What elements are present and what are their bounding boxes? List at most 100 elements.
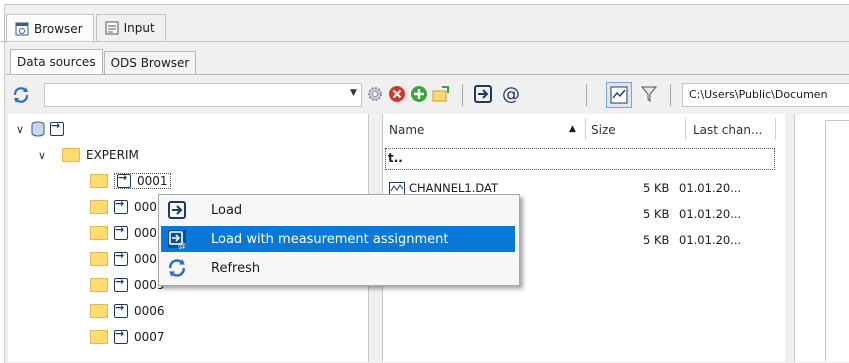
tab-browser-label: Browser (34, 22, 83, 36)
column-header-name-label: Name (389, 123, 425, 137)
tree-item-label: 000 (134, 200, 157, 214)
combo-dropdown-arrow[interactable]: ▼ (350, 88, 357, 98)
tree-item-0007[interactable]: 0007 (90, 326, 165, 348)
menu-item-label: Refresh (211, 260, 261, 276)
new-folder-icon[interactable] (432, 85, 450, 103)
tree-item-label: 000 (134, 226, 157, 240)
load-icon (114, 223, 128, 240)
file-date: 01.01.20... (679, 233, 742, 247)
tree-item-label: 0001 (137, 174, 168, 188)
preview-panel (794, 114, 849, 362)
load-icon[interactable] (472, 83, 494, 105)
file-date: 01.01.20... (679, 207, 742, 221)
menu-item-label: Load with measurement assignment (211, 231, 449, 247)
tree-item[interactable]: 000 (90, 196, 157, 218)
folder-icon (90, 304, 108, 318)
parent-folder-row[interactable]: t.. (385, 148, 775, 170)
load-icon (114, 301, 128, 318)
load-icon (114, 197, 128, 214)
path-text: C:\Users\Public\Documen (689, 88, 828, 101)
chevron-down-icon[interactable]: ∨ (38, 149, 52, 162)
tab-data-sources[interactable]: Data sources (10, 49, 103, 74)
file-size: 5 KB (643, 207, 670, 221)
load-icon (167, 200, 189, 220)
column-header-size-label: Size (591, 123, 616, 137)
folder-icon (90, 174, 108, 188)
file-size: 5 KB (643, 181, 670, 195)
tree-item-label: 0006 (134, 304, 165, 318)
folder-icon (90, 330, 108, 344)
file-size: 5 KB (643, 233, 670, 247)
column-header-name[interactable]: Name (389, 118, 424, 142)
database-icon (31, 121, 45, 137)
menu-item-load[interactable]: Load (161, 197, 515, 223)
folder-icon (90, 278, 108, 292)
top-tabs: Browser Input (6, 14, 168, 43)
chart-view-toggle[interactable] (606, 82, 632, 108)
tree-item-label: 0007 (134, 330, 165, 344)
selected-node[interactable]: 0001 (114, 171, 171, 189)
up-folder-icon: t.. (388, 151, 403, 165)
sub-tab-divider (6, 74, 849, 75)
tab-ods-browser[interactable]: ODS Browser (103, 51, 197, 74)
tree-root[interactable]: ∨ (16, 118, 70, 140)
svg-text:@: @ (502, 84, 520, 105)
column-header-size[interactable]: Size (591, 118, 616, 142)
delete-icon[interactable] (388, 85, 406, 103)
tree-item-0001[interactable]: 0001 (90, 170, 171, 192)
tree-folder-experim[interactable]: ∨ EXPERIM (38, 144, 139, 166)
sort-ascending-icon: ▲ (569, 124, 576, 134)
at-sign-icon[interactable]: @ (500, 83, 522, 105)
column-header-last-changed[interactable]: Last chan... (693, 118, 762, 142)
add-icon[interactable] (410, 85, 428, 103)
input-icon (105, 21, 119, 35)
settings-gear-icon[interactable] (366, 85, 384, 103)
folder-icon (62, 148, 80, 162)
refresh-icon (167, 258, 189, 278)
file-name: CHANNEL1.DAT (409, 181, 499, 195)
refresh-icon[interactable] (12, 86, 30, 104)
folder-icon (90, 200, 108, 214)
column-header-last-changed-label: Last chan... (693, 123, 763, 137)
load-icon (117, 171, 131, 188)
load-icon (114, 327, 128, 344)
column-separator[interactable] (585, 118, 586, 140)
tab-input-label: Input (123, 21, 155, 35)
column-separator[interactable] (685, 118, 686, 140)
menu-item-label: Load (211, 202, 243, 218)
tab-divider (0, 41, 849, 42)
chart-icon (610, 86, 628, 104)
channel-file-icon (389, 181, 405, 195)
tree-item[interactable]: 000 (90, 248, 157, 270)
tab-browser[interactable]: Browser (6, 14, 94, 43)
toolbar-separator-2 (586, 84, 587, 106)
sub-tabs: Data sources ODS Browser (10, 49, 197, 74)
tree-item-0005[interactable]: 0005 (90, 274, 165, 296)
tab-input[interactable]: Input (95, 14, 166, 41)
tree-item-0006[interactable]: 0006 (90, 300, 165, 322)
file-name-cell: CHANNEL1.DAT (389, 181, 498, 195)
load-icon (114, 249, 128, 266)
menu-item-refresh[interactable]: Refresh (161, 255, 515, 281)
context-menu: Load @ Load with measurement assignment … (158, 194, 520, 286)
data-source-combo[interactable] (44, 83, 362, 107)
filter-icon[interactable] (640, 85, 658, 103)
tab-data-sources-label: Data sources (17, 55, 96, 69)
column-separator[interactable] (775, 118, 776, 140)
file-date: 01.01.20... (679, 181, 742, 195)
folder-icon (90, 252, 108, 266)
load-icon (50, 119, 64, 136)
chevron-down-icon[interactable]: ∨ (16, 123, 30, 136)
toolbar: ▼ @ C:\Users\Public\Documen (6, 80, 849, 110)
tree-item[interactable]: 000 (90, 222, 157, 244)
toolbar-separator-3 (670, 84, 671, 106)
path-field[interactable]: C:\Users\Public\Documen (682, 83, 849, 107)
menu-item-load-with-measurement-assignment[interactable]: @ Load with measurement assignment (161, 226, 515, 252)
preview-area (825, 120, 849, 361)
load-icon (114, 275, 128, 292)
browser-icon (15, 22, 29, 36)
svg-text:@: @ (178, 241, 186, 249)
tab-ods-browser-label: ODS Browser (110, 56, 190, 70)
tree-item-label: 000 (134, 252, 157, 266)
load-assignment-icon: @ (167, 229, 189, 250)
